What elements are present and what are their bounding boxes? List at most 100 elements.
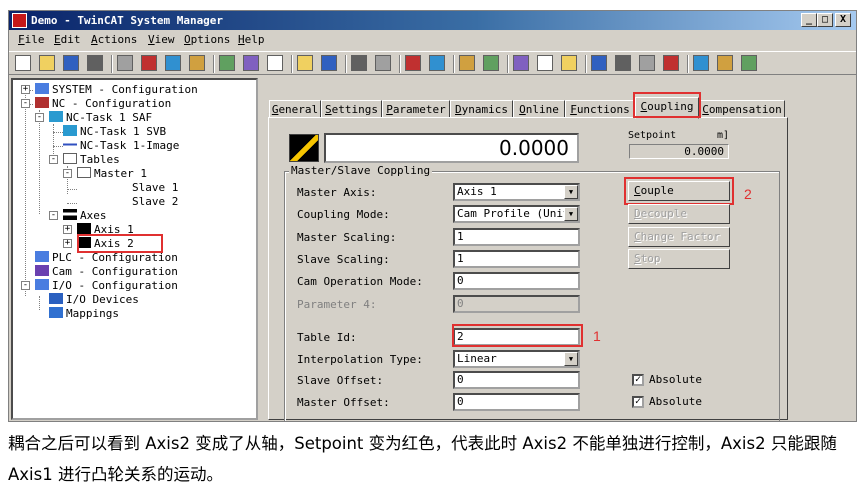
tree-item-system[interactable]: SYSTEM - Configuration xyxy=(35,83,198,97)
menu-file[interactable]: File xyxy=(18,31,45,49)
collapse-toggle[interactable]: - xyxy=(49,211,58,220)
tree-item-cam[interactable]: Cam - Configuration xyxy=(35,265,178,279)
collapse-toggle[interactable]: - xyxy=(35,113,44,122)
paste-icon[interactable] xyxy=(189,55,205,71)
menu-view[interactable]: View xyxy=(148,31,175,49)
target-icon[interactable] xyxy=(513,55,529,71)
maximize-button[interactable]: □ xyxy=(817,13,833,27)
tree-item-axes[interactable]: Axes xyxy=(63,209,107,223)
parameter4-input: 0 xyxy=(453,295,580,313)
build-icon[interactable] xyxy=(375,55,391,71)
tab-general[interactable]: General xyxy=(269,100,321,118)
dropdown-arrow-icon[interactable]: ▼ xyxy=(564,207,578,221)
about-icon[interactable] xyxy=(741,55,757,71)
change-factor-button: Change Factor xyxy=(628,227,730,247)
help-icon[interactable] xyxy=(717,55,733,71)
cut-icon[interactable] xyxy=(141,55,157,71)
slave-absolute-checkbox[interactable]: ✓ xyxy=(632,374,644,386)
zoom-icon[interactable] xyxy=(591,55,607,71)
tree-item-io[interactable]: I/O - Configuration xyxy=(35,279,178,293)
menu-options[interactable]: Options xyxy=(184,31,230,49)
master-offset-input[interactable]: 0 xyxy=(453,393,580,411)
dropdown-arrow-icon[interactable]: ▼ xyxy=(564,352,578,366)
cam-operation-mode-input[interactable]: 0 xyxy=(453,272,580,290)
tree-item-nc-task[interactable]: NC-Task 1 SAF xyxy=(49,111,152,125)
task-icon xyxy=(49,111,63,122)
find-next-icon[interactable] xyxy=(267,55,283,71)
collapse-toggle[interactable]: - xyxy=(21,281,30,290)
tab-dynamics[interactable]: Dynamics xyxy=(450,100,513,118)
show-vars-icon[interactable] xyxy=(561,55,577,71)
actual-position-display: 0.0000 xyxy=(324,133,579,163)
collapse-toggle[interactable]: - xyxy=(63,169,72,178)
io-icon[interactable] xyxy=(663,55,679,71)
run-mode-icon[interactable] xyxy=(405,55,421,71)
expand-toggle[interactable]: + xyxy=(21,85,30,94)
toggle-icon[interactable] xyxy=(537,55,553,71)
master-axis-select[interactable]: Axis 1 ▼ xyxy=(453,183,580,201)
tab-parameter[interactable]: Parameter xyxy=(382,100,450,118)
network-icon[interactable] xyxy=(483,55,499,71)
toolbar-separator xyxy=(111,55,113,73)
tree-item-mappings[interactable]: Mappings xyxy=(49,307,119,321)
check-config-icon[interactable] xyxy=(351,55,367,71)
tree-item-image[interactable]: NC-Task 1-Image xyxy=(63,139,179,153)
tab-functions[interactable]: Functions xyxy=(565,100,635,118)
menu-help[interactable]: Help xyxy=(238,31,265,49)
image-icon xyxy=(63,139,77,150)
save-icon[interactable] xyxy=(63,55,79,71)
copy-icon[interactable] xyxy=(165,55,181,71)
book-icon[interactable] xyxy=(693,55,709,71)
tree-item-slave2[interactable]: Slave 2 xyxy=(132,195,178,209)
coupling-mode-select[interactable]: Cam Profile (Univ ▼ xyxy=(453,205,580,223)
io-devices-icon xyxy=(49,293,63,304)
collapse-toggle[interactable]: - xyxy=(49,155,58,164)
dropdown-arrow-icon[interactable]: ▼ xyxy=(564,185,578,199)
paste-link-icon[interactable] xyxy=(219,55,235,71)
cam-operation-mode-label: Cam Operation Mode: xyxy=(297,275,423,288)
config-mode-icon[interactable] xyxy=(429,55,445,71)
toolbar-separator xyxy=(507,55,509,73)
plc-icon xyxy=(35,251,49,262)
print-preview-icon[interactable] xyxy=(117,55,133,71)
menu-actions[interactable]: Actions xyxy=(91,31,137,49)
print-icon[interactable] xyxy=(87,55,103,71)
minimize-button[interactable]: _ xyxy=(801,13,817,27)
master-scaling-input[interactable]: 1 xyxy=(453,228,580,246)
scan-icon[interactable] xyxy=(459,55,475,71)
tree-item-svb[interactable]: NC-Task 1 SVB xyxy=(63,125,166,139)
properties-pane: General Settings Parameter Dynamics Onli… xyxy=(262,78,856,421)
tree-item-master1[interactable]: Master 1 xyxy=(77,167,147,181)
toolbar-separator xyxy=(345,55,347,73)
tree-item-tables[interactable]: Tables xyxy=(63,153,120,167)
toolbar-separator xyxy=(291,55,293,73)
tree-item-io-devices[interactable]: I/O Devices xyxy=(49,293,139,307)
interpolation-type-select[interactable]: Linear ▼ xyxy=(453,350,580,368)
close-button[interactable]: X xyxy=(835,13,851,27)
setpoint-label: Setpoint xyxy=(628,130,677,141)
slave-scaling-input[interactable]: 1 xyxy=(453,250,580,268)
expand-toggle[interactable]: + xyxy=(63,239,72,248)
parameter4-label: Parameter 4: xyxy=(297,298,377,311)
menu-edit[interactable]: Edit xyxy=(54,31,81,49)
collapse-toggle[interactable]: - xyxy=(21,99,30,108)
tab-online[interactable]: Online xyxy=(513,100,565,118)
axes-icon xyxy=(63,209,77,220)
find-icon[interactable] xyxy=(243,55,259,71)
io-icon xyxy=(35,279,49,290)
tab-settings[interactable]: Settings xyxy=(321,100,382,118)
tree-item-nc[interactable]: NC - Configuration xyxy=(35,97,171,111)
tree-item-slave1[interactable]: Slave 1 xyxy=(132,181,178,195)
tab-compensation[interactable]: Compensation xyxy=(699,100,785,118)
link-icon[interactable] xyxy=(615,55,631,71)
slave-offset-input[interactable]: 0 xyxy=(453,371,580,389)
monitor-icon[interactable] xyxy=(297,55,313,71)
activate-config-icon[interactable] xyxy=(321,55,337,71)
open-icon[interactable] xyxy=(39,55,55,71)
master-absolute-checkbox[interactable]: ✓ xyxy=(632,396,644,408)
new-icon[interactable] xyxy=(15,55,31,71)
expand-toggle[interactable]: + xyxy=(63,225,72,234)
var-watch-icon[interactable] xyxy=(639,55,655,71)
tree-view: + SYSTEM - Configuration - NC - Configur… xyxy=(11,78,258,420)
tree-item-plc[interactable]: PLC - Configuration xyxy=(35,251,178,265)
